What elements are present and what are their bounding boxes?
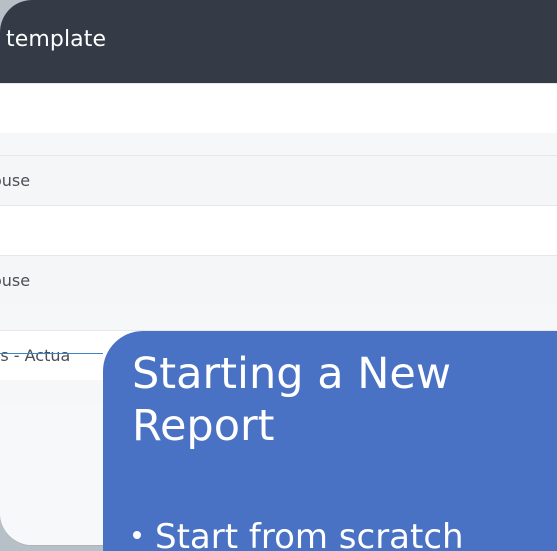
template-row-4-label: ouse <box>0 271 31 290</box>
screenshot-stage: template ouse ouse ss - Actua Starting a… <box>0 0 557 551</box>
slide-title: Starting a New Report <box>132 349 452 451</box>
template-row-5-label: ss - Actua <box>0 346 71 365</box>
window-title: template <box>6 27 107 52</box>
window-header: template <box>0 0 557 83</box>
template-row-2[interactable]: ouse <box>0 155 557 205</box>
template-row-1[interactable] <box>0 83 557 133</box>
slide-card: Starting a New Report Start from scratch <box>103 331 557 551</box>
selected-row-indicator <box>0 353 103 354</box>
template-row-3[interactable] <box>0 205 557 255</box>
bullet-dot-icon <box>133 530 141 539</box>
slide-bullet-text: Start from scratch <box>155 517 464 551</box>
slide-bullet: Start from scratch <box>133 517 464 551</box>
template-row-4[interactable]: ouse <box>0 255 557 305</box>
template-row-2-label: ouse <box>0 171 31 190</box>
